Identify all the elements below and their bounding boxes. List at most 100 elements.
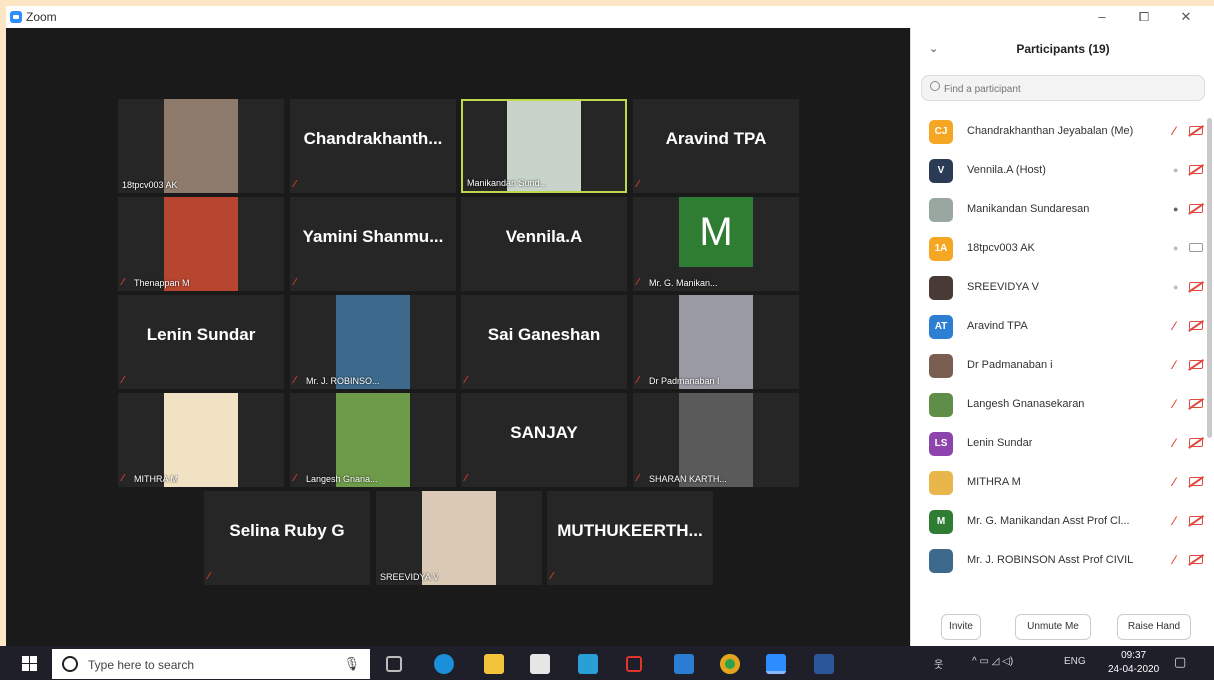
participant-name-label: Aravind TPA — [665, 129, 767, 148]
camera-off-icon — [1189, 321, 1203, 330]
video-tile[interactable]: SANJAY ⁄ — [461, 393, 627, 487]
video-tile[interactable]: Manikandan Sund... — [461, 99, 627, 193]
participant-row[interactable]: M Mr. G. Manikandan Asst Prof Cl... ⁄ — [921, 504, 1203, 540]
muted-mic-icon: ⁄ — [637, 179, 639, 190]
participant-initial-avatar: M — [679, 197, 753, 267]
mic-icon: ● — [1173, 204, 1179, 214]
video-tile[interactable]: Yamini Shanmu... ⁄ — [290, 197, 456, 291]
muted-mic-icon: ⁄ — [637, 375, 639, 386]
maximize-button[interactable]: ⧠ — [1124, 7, 1164, 27]
mic-icon: ● — [1173, 282, 1179, 292]
microphone-icon[interactable]: 🎙 — [343, 656, 360, 672]
participant-row[interactable]: V Vennila.A (Host) ● — [921, 153, 1203, 189]
unmute-me-button[interactable]: Unmute Me — [1015, 614, 1091, 640]
task-view-icon[interactable] — [386, 656, 402, 672]
video-tile[interactable]: Selina Ruby G ⁄ — [204, 491, 370, 585]
close-button[interactable]: ✕ — [1166, 7, 1206, 27]
app-l-icon[interactable] — [578, 654, 598, 674]
participant-search-input[interactable] — [944, 80, 1194, 98]
participant-name-label: Chandrakhanth... — [303, 129, 443, 148]
video-tile[interactable]: ⁄ SHARAN KARTH... — [633, 393, 799, 487]
participant-video — [164, 99, 238, 193]
participant-list: CJ Chandrakhanthan Jeyabalan (Me) ⁄ V Vennil… — [911, 114, 1207, 604]
notification-icon[interactable]: ▢ — [1174, 654, 1186, 670]
camera-off-icon — [1189, 477, 1203, 486]
mic-icon: ● — [1173, 165, 1179, 175]
windows-taskbar: Type here to search 🎙 웃 ^ ▭ ◿ ◁) ENG 09:… — [0, 646, 1214, 680]
chevron-down-icon[interactable]: ⌄ — [929, 28, 938, 70]
avatar — [929, 354, 953, 378]
participant-row[interactable]: LS Lenin Sundar ⁄ — [921, 426, 1203, 462]
participant-row[interactable]: Langesh Gnanasekaran ⁄ — [921, 387, 1203, 423]
video-tile[interactable]: MUTHUKEERTH... ⁄ — [547, 491, 713, 585]
video-tile[interactable]: ⁄ Dr Padmanaban I — [633, 295, 799, 389]
avatar — [929, 198, 953, 222]
word-icon[interactable] — [814, 654, 834, 674]
video-tile[interactable]: Chandrakhanth... ⁄ — [290, 99, 456, 193]
video-tile[interactable]: SREEVIDYA V — [376, 491, 542, 585]
participant-video — [164, 197, 238, 291]
video-tile[interactable]: Aravind TPA ⁄ — [633, 99, 799, 193]
zoom-taskbar-icon[interactable] — [766, 654, 786, 674]
language-indicator[interactable]: ENG — [1064, 656, 1086, 667]
zoom-window: Zoom – ⧠ ✕ 18tpcv003 AK Chandrakhanth... ⁄… — [6, 6, 1214, 646]
mic-icon: ● — [1173, 243, 1179, 253]
participant-name-label: Yamini Shanmu... — [302, 227, 444, 246]
tile-name-tag: Thenappan M — [134, 278, 190, 288]
participant-list-scrollbar[interactable] — [1207, 118, 1212, 438]
tile-name-tag: Manikandan Sund... — [467, 178, 548, 188]
participant-row[interactable]: 1A 18tpcv003 AK ● — [921, 231, 1203, 267]
video-tile[interactable]: 18tpcv003 AK — [118, 99, 284, 193]
video-tile[interactable]: ⁄ Mr. J. ROBINSO... — [290, 295, 456, 389]
participant-row[interactable]: Mr. J. ROBINSON Asst Prof CIVIL ⁄ — [921, 543, 1203, 579]
clock[interactable]: 09:37 24-04-2020 — [1108, 649, 1159, 677]
participant-row[interactable]: AT Aravind TPA ⁄ — [921, 309, 1203, 345]
muted-mic-icon: ⁄ — [294, 179, 296, 190]
participant-name: Chandrakhanthan Jeyabalan (Me) — [967, 125, 1134, 137]
cortana-icon — [62, 656, 78, 672]
video-tile[interactable]: M ⁄ Mr. G. Manikan... — [633, 197, 799, 291]
mic-muted-icon: ⁄ — [1173, 124, 1176, 138]
taskbar-search[interactable]: Type here to search 🎙 — [52, 649, 370, 679]
participant-row[interactable]: CJ Chandrakhanthan Jeyabalan (Me) ⁄ — [921, 114, 1203, 150]
windows-start-icon[interactable] — [22, 656, 37, 671]
participant-name: Dr Padmanaban i — [967, 359, 1053, 371]
avatar — [929, 393, 953, 417]
muted-mic-icon: ⁄ — [208, 571, 210, 582]
invite-button[interactable]: Invite — [941, 614, 981, 640]
store-icon[interactable] — [530, 654, 550, 674]
avatar — [929, 549, 953, 573]
mcafee-icon[interactable] — [626, 656, 642, 672]
video-tile[interactable]: Vennila.A — [461, 197, 627, 291]
video-tile[interactable]: ⁄ Langesh Gnana... — [290, 393, 456, 487]
video-tile[interactable]: ⁄ MITHRA M — [118, 393, 284, 487]
participant-row[interactable]: SREEVIDYA V ● — [921, 270, 1203, 306]
tile-name-tag: Mr. J. ROBINSO... — [306, 376, 380, 386]
video-tile[interactable]: Lenin Sundar ⁄ — [118, 295, 284, 389]
muted-mic-icon: ⁄ — [122, 277, 124, 288]
camera-off-icon — [1189, 516, 1203, 525]
raise-hand-button[interactable]: Raise Hand — [1117, 614, 1191, 640]
participant-row[interactable]: MITHRA M ⁄ — [921, 465, 1203, 501]
participant-name-label: Selina Ruby G — [229, 521, 345, 540]
mail-icon[interactable] — [674, 654, 694, 674]
participant-name-label: Lenin Sundar — [146, 325, 256, 344]
people-icon[interactable]: 웃 — [934, 656, 943, 671]
participant-row[interactable]: Manikandan Sundaresan ● — [921, 192, 1203, 228]
video-tile[interactable]: Sai Ganeshan ⁄ — [461, 295, 627, 389]
mic-muted-icon: ⁄ — [1173, 475, 1176, 489]
camera-off-icon — [1189, 399, 1203, 408]
participant-row[interactable]: Dr Padmanaban i ⁄ — [921, 348, 1203, 384]
chrome-icon[interactable] — [720, 654, 740, 674]
edge-browser-icon[interactable] — [434, 654, 454, 674]
participant-search[interactable] — [921, 75, 1205, 101]
file-explorer-icon[interactable] — [484, 654, 504, 674]
avatar — [929, 276, 953, 300]
video-tile[interactable]: ⁄ Thenappan M — [118, 197, 284, 291]
participant-name: Aravind TPA — [967, 320, 1028, 332]
tile-name-tag: SREEVIDYA V — [380, 572, 439, 582]
minimize-button[interactable]: – — [1082, 7, 1122, 27]
tray-icons[interactable]: ^ ▭ ◿ ◁) — [972, 656, 1013, 667]
muted-mic-icon: ⁄ — [294, 277, 296, 288]
participant-name-label: Vennila.A — [505, 227, 583, 246]
